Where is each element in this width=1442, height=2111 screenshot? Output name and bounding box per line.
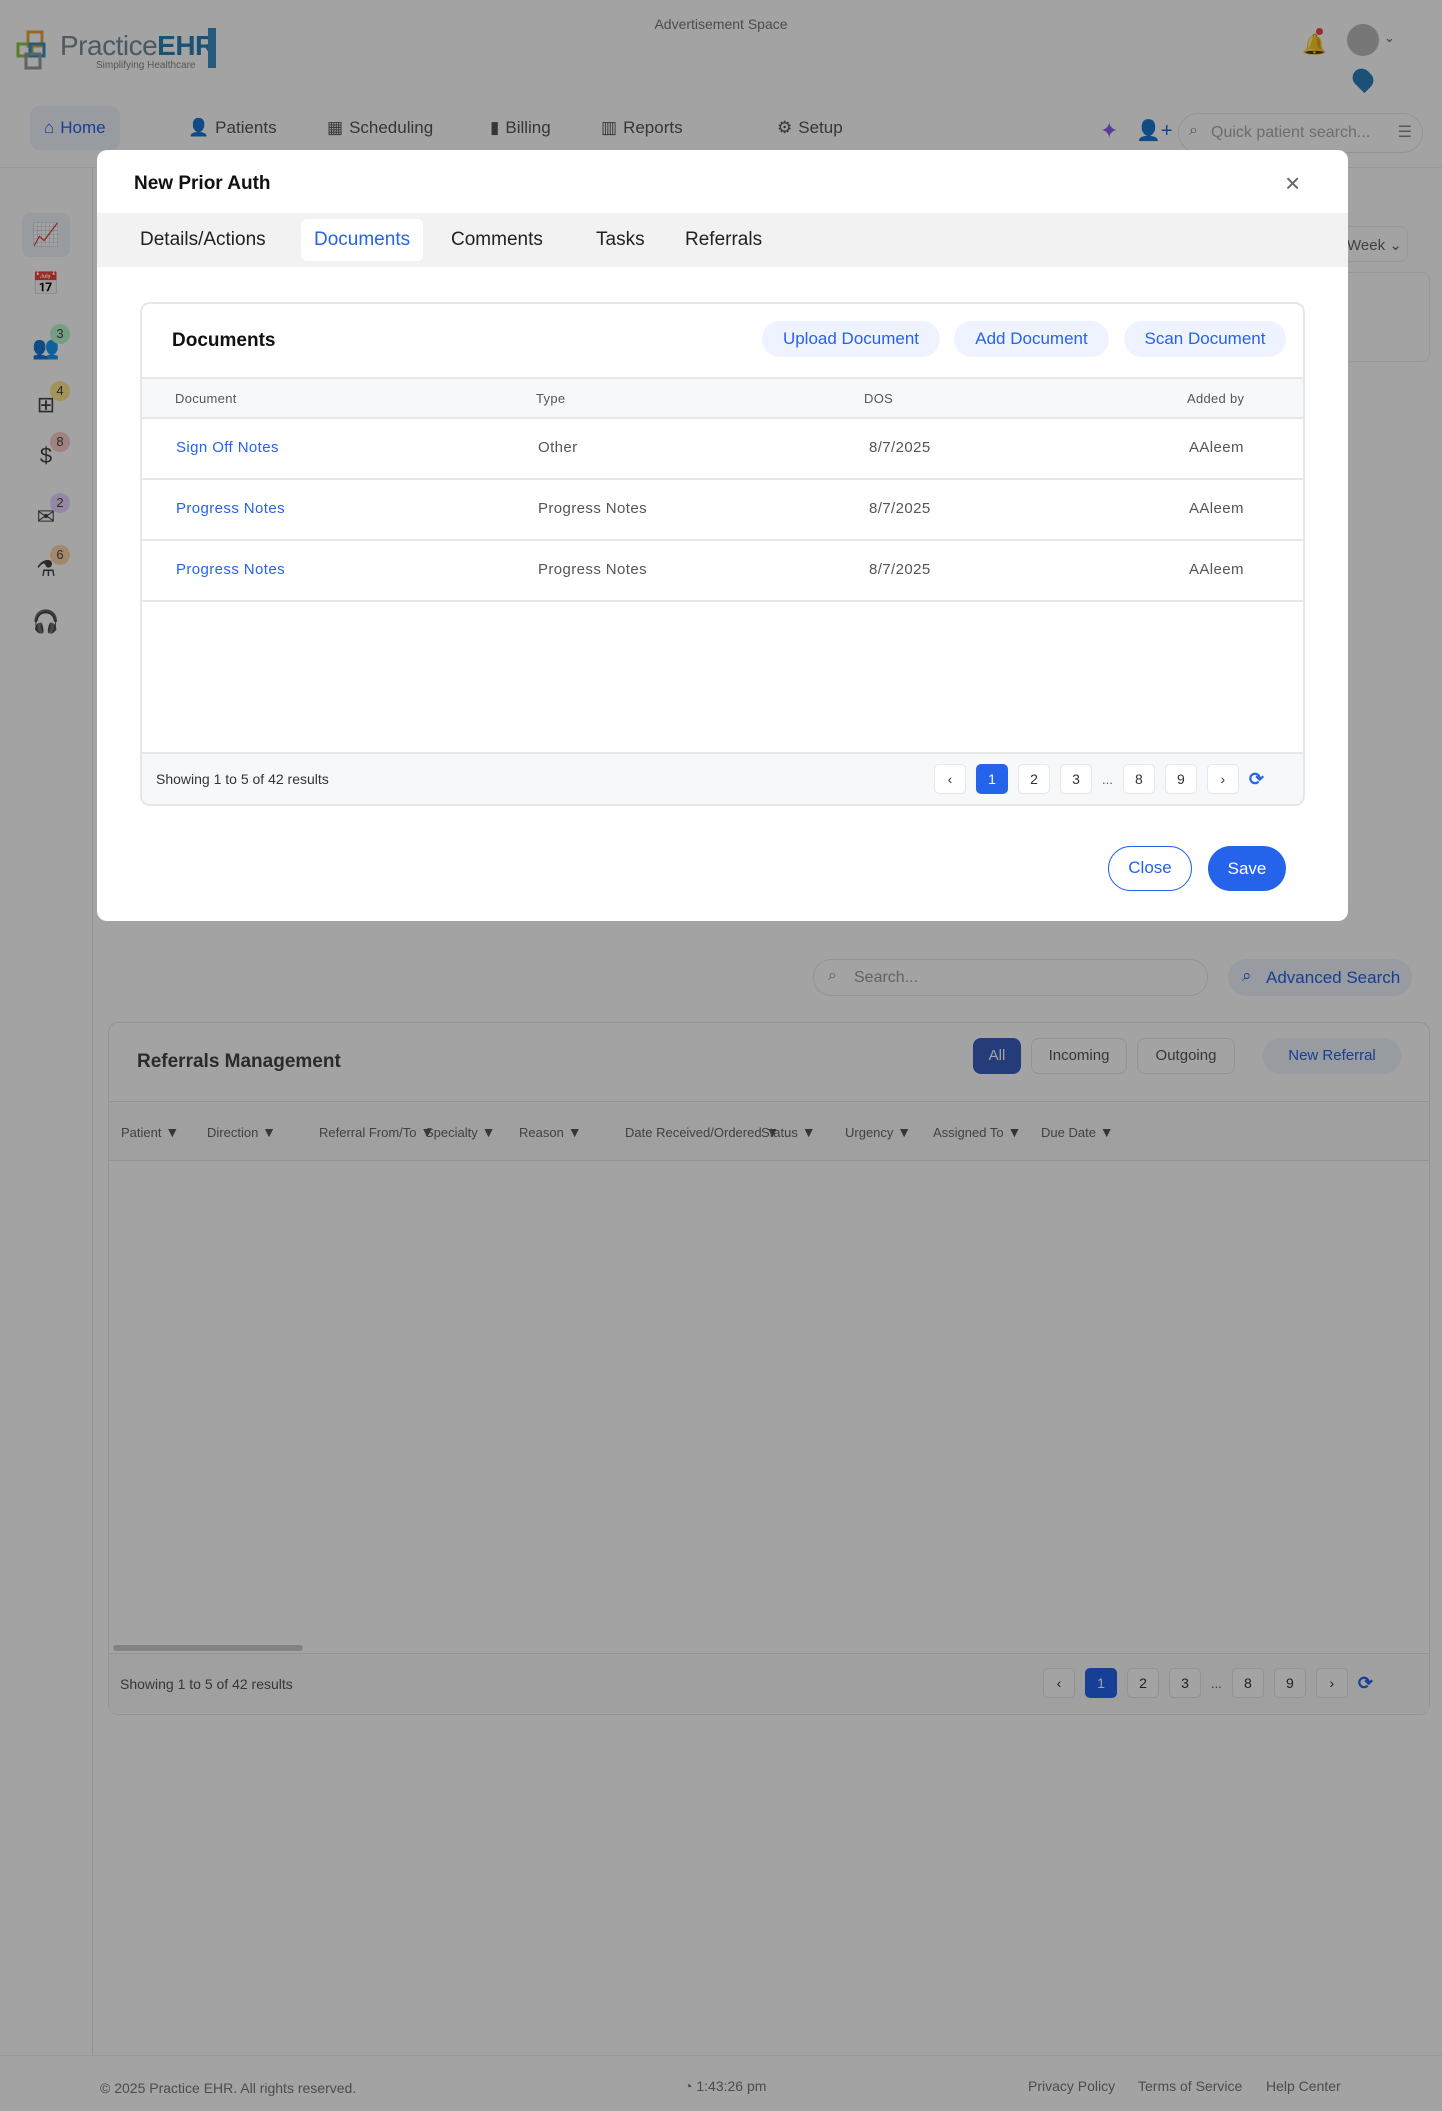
document-dos: 8/7/2025 bbox=[869, 439, 931, 456]
document-type: Other bbox=[538, 439, 578, 456]
document-link[interactable]: Progress Notes bbox=[176, 500, 285, 517]
page-3-button[interactable]: 3 bbox=[1060, 764, 1092, 794]
page-2-button[interactable]: 2 bbox=[1018, 764, 1050, 794]
document-added-by: AAleem bbox=[1189, 500, 1244, 517]
page-9-button[interactable]: 9 bbox=[1164, 764, 1197, 794]
documents-pagination: ‹ 1 2 3... 8 9 › ⟳ bbox=[934, 764, 1264, 794]
table-row[interactable]: Progress Notes Progress Notes 8/7/2025 AAle… bbox=[142, 541, 1303, 602]
table-row[interactable]: Progress Notes Progress Notes 8/7/2025 AAle… bbox=[142, 480, 1303, 541]
close-icon[interactable]: × bbox=[1285, 168, 1300, 199]
scan-document-button[interactable]: Scan Document bbox=[1124, 321, 1286, 357]
document-added-by: AAleem bbox=[1189, 561, 1244, 578]
column-header-added-by[interactable]: Added by bbox=[1187, 391, 1244, 406]
pagination-ellipsis: ... bbox=[1102, 771, 1113, 787]
document-type: Progress Notes bbox=[538, 500, 647, 517]
save-button[interactable]: Save bbox=[1208, 846, 1286, 891]
close-button[interactable]: Close bbox=[1108, 846, 1192, 891]
previous-page-button[interactable]: ‹ bbox=[934, 764, 966, 794]
page-8-button[interactable]: 8 bbox=[1122, 764, 1155, 794]
document-added-by: AAleem bbox=[1189, 439, 1244, 456]
add-document-button[interactable]: Add Document bbox=[954, 321, 1109, 357]
document-link[interactable]: Progress Notes bbox=[176, 561, 285, 578]
tab-details-actions[interactable]: Details/Actions bbox=[127, 219, 279, 261]
modal-title: New Prior Auth bbox=[134, 173, 271, 194]
documents-title: Documents bbox=[172, 330, 276, 351]
documents-table-footer: Showing 1 to 5 of 42 results ‹ 1 2 3... 8 9 › ⟳ bbox=[142, 752, 1303, 804]
document-type: Progress Notes bbox=[538, 561, 647, 578]
column-header-type[interactable]: Type bbox=[536, 391, 565, 406]
tab-referrals[interactable]: Referrals bbox=[672, 219, 775, 261]
column-header-dos[interactable]: DOS bbox=[864, 391, 893, 406]
new-prior-auth-modal: New Prior Auth × Details/Actions Documen… bbox=[97, 150, 1348, 921]
refresh-icon[interactable]: ⟳ bbox=[1249, 769, 1264, 790]
documents-card: Documents Upload Document Add Document S… bbox=[140, 302, 1305, 806]
documents-showing-text: Showing 1 to 5 of 42 results bbox=[156, 771, 329, 787]
upload-document-button[interactable]: Upload Document bbox=[762, 321, 940, 357]
tab-tasks[interactable]: Tasks bbox=[583, 219, 658, 261]
tab-documents[interactable]: Documents bbox=[301, 219, 424, 261]
document-dos: 8/7/2025 bbox=[869, 500, 931, 517]
next-page-button[interactable]: › bbox=[1206, 764, 1239, 794]
documents-table-header: Document Type DOS Added by bbox=[142, 377, 1303, 419]
tab-comments[interactable]: Comments bbox=[438, 219, 556, 261]
column-header-document[interactable]: Document bbox=[175, 391, 237, 406]
document-dos: 8/7/2025 bbox=[869, 561, 931, 578]
table-row[interactable]: Sign Off Notes Other 8/7/2025 AAleem bbox=[142, 419, 1303, 480]
document-link[interactable]: Sign Off Notes bbox=[176, 439, 279, 456]
modal-tabs: Details/Actions Documents Comments Tasks… bbox=[97, 213, 1348, 267]
page-1-button[interactable]: 1 bbox=[976, 764, 1008, 794]
